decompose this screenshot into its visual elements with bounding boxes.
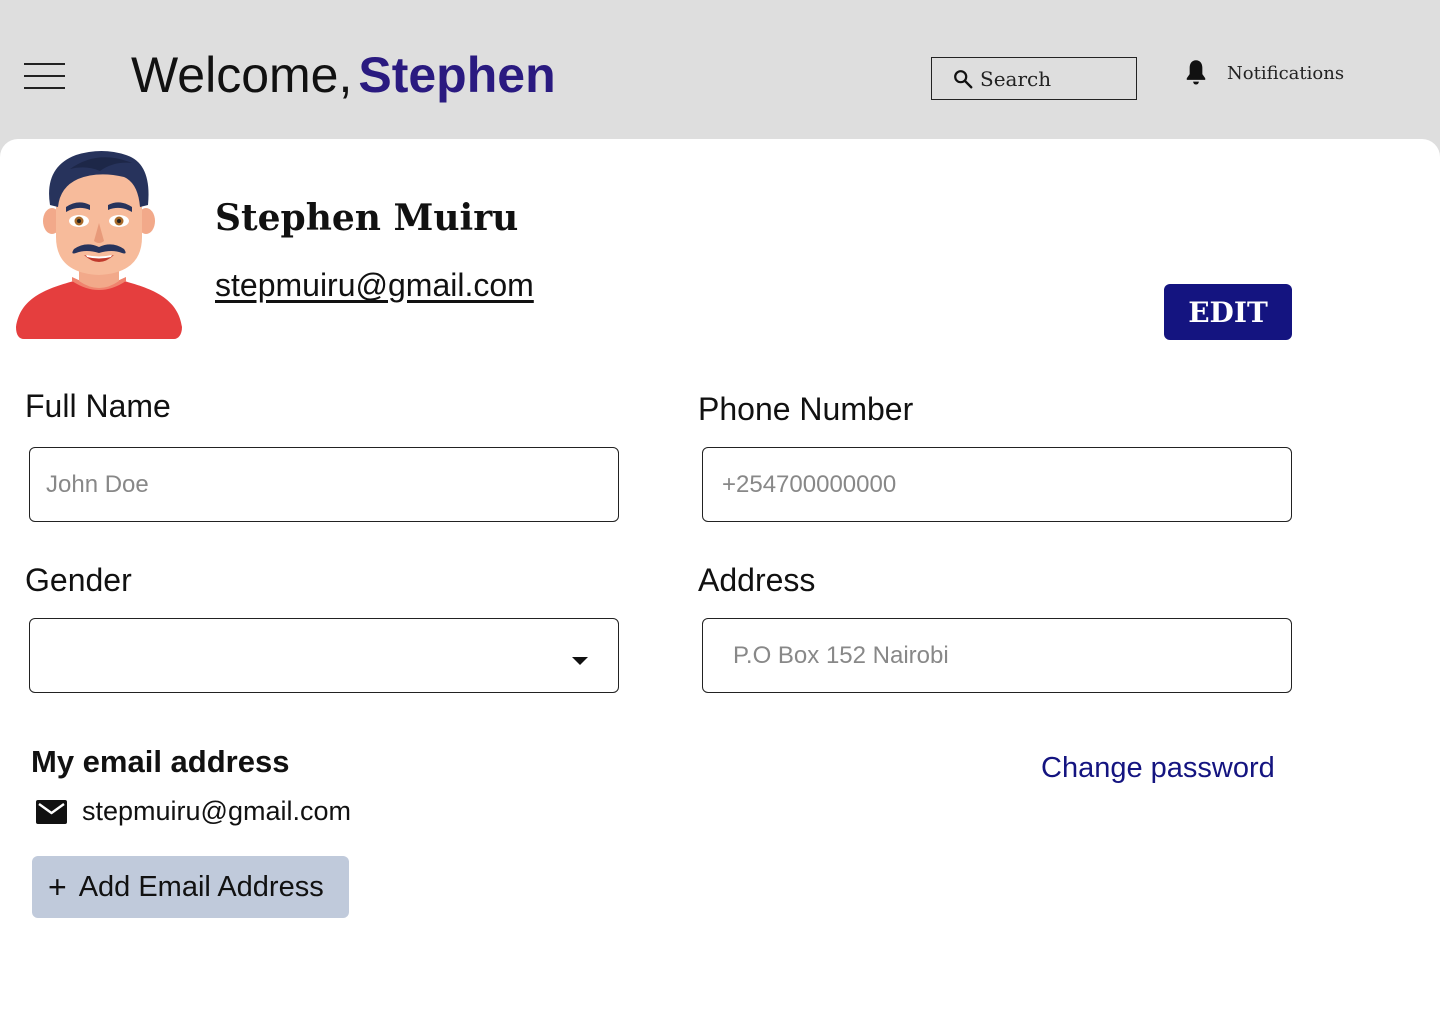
gender-label: Gender (25, 562, 132, 598)
email-section-title: My email address (31, 744, 290, 779)
bell-icon (1186, 60, 1206, 85)
search-input[interactable]: Search (931, 57, 1137, 100)
full-name-field[interactable]: John Doe (29, 447, 619, 522)
add-email-button[interactable]: + Add Email Address (32, 856, 349, 918)
profile-card: Stephen Muiru stepmuiru@gmail.com EDIT F… (0, 139, 1440, 1024)
phone-number-label: Phone Number (698, 391, 914, 427)
welcome-heading: Welcome, Stephen (131, 44, 556, 106)
gender-select[interactable] (29, 618, 619, 693)
welcome-user-name: Stephen (358, 47, 556, 103)
full-name-placeholder: John Doe (46, 470, 149, 498)
email-list-item: stepmuiru@gmail.com (36, 796, 351, 827)
full-name-label: Full Name (25, 388, 171, 424)
change-password-link[interactable]: Change password (1041, 752, 1275, 785)
address-label: Address (698, 562, 816, 598)
notifications-button[interactable]: Notifications (1182, 58, 1344, 88)
plus-icon: + (48, 869, 67, 905)
menu-icon[interactable] (24, 63, 65, 91)
avatar (16, 151, 182, 339)
phone-number-field[interactable]: +254700000000 (702, 447, 1292, 522)
mail-icon (36, 799, 67, 824)
edit-button[interactable]: EDIT (1164, 284, 1292, 340)
search-label: Search (980, 66, 1052, 91)
address-placeholder: P.O Box 152 Nairobi (733, 641, 949, 669)
add-email-label: Add Email Address (78, 870, 324, 903)
profile-email-link[interactable]: stepmuiru@gmail.com (215, 267, 534, 304)
top-header: Welcome, Stephen Search Notifications (0, 0, 1440, 140)
chevron-down-icon (572, 657, 588, 665)
email-address-text: stepmuiru@gmail.com (82, 796, 351, 826)
welcome-greeting: Welcome, (131, 47, 353, 103)
profile-name: Stephen Muiru (215, 197, 519, 239)
phone-number-placeholder: +254700000000 (722, 470, 897, 498)
search-icon (954, 69, 973, 88)
address-field[interactable]: P.O Box 152 Nairobi (702, 618, 1292, 693)
notifications-label: Notifications (1227, 62, 1345, 84)
